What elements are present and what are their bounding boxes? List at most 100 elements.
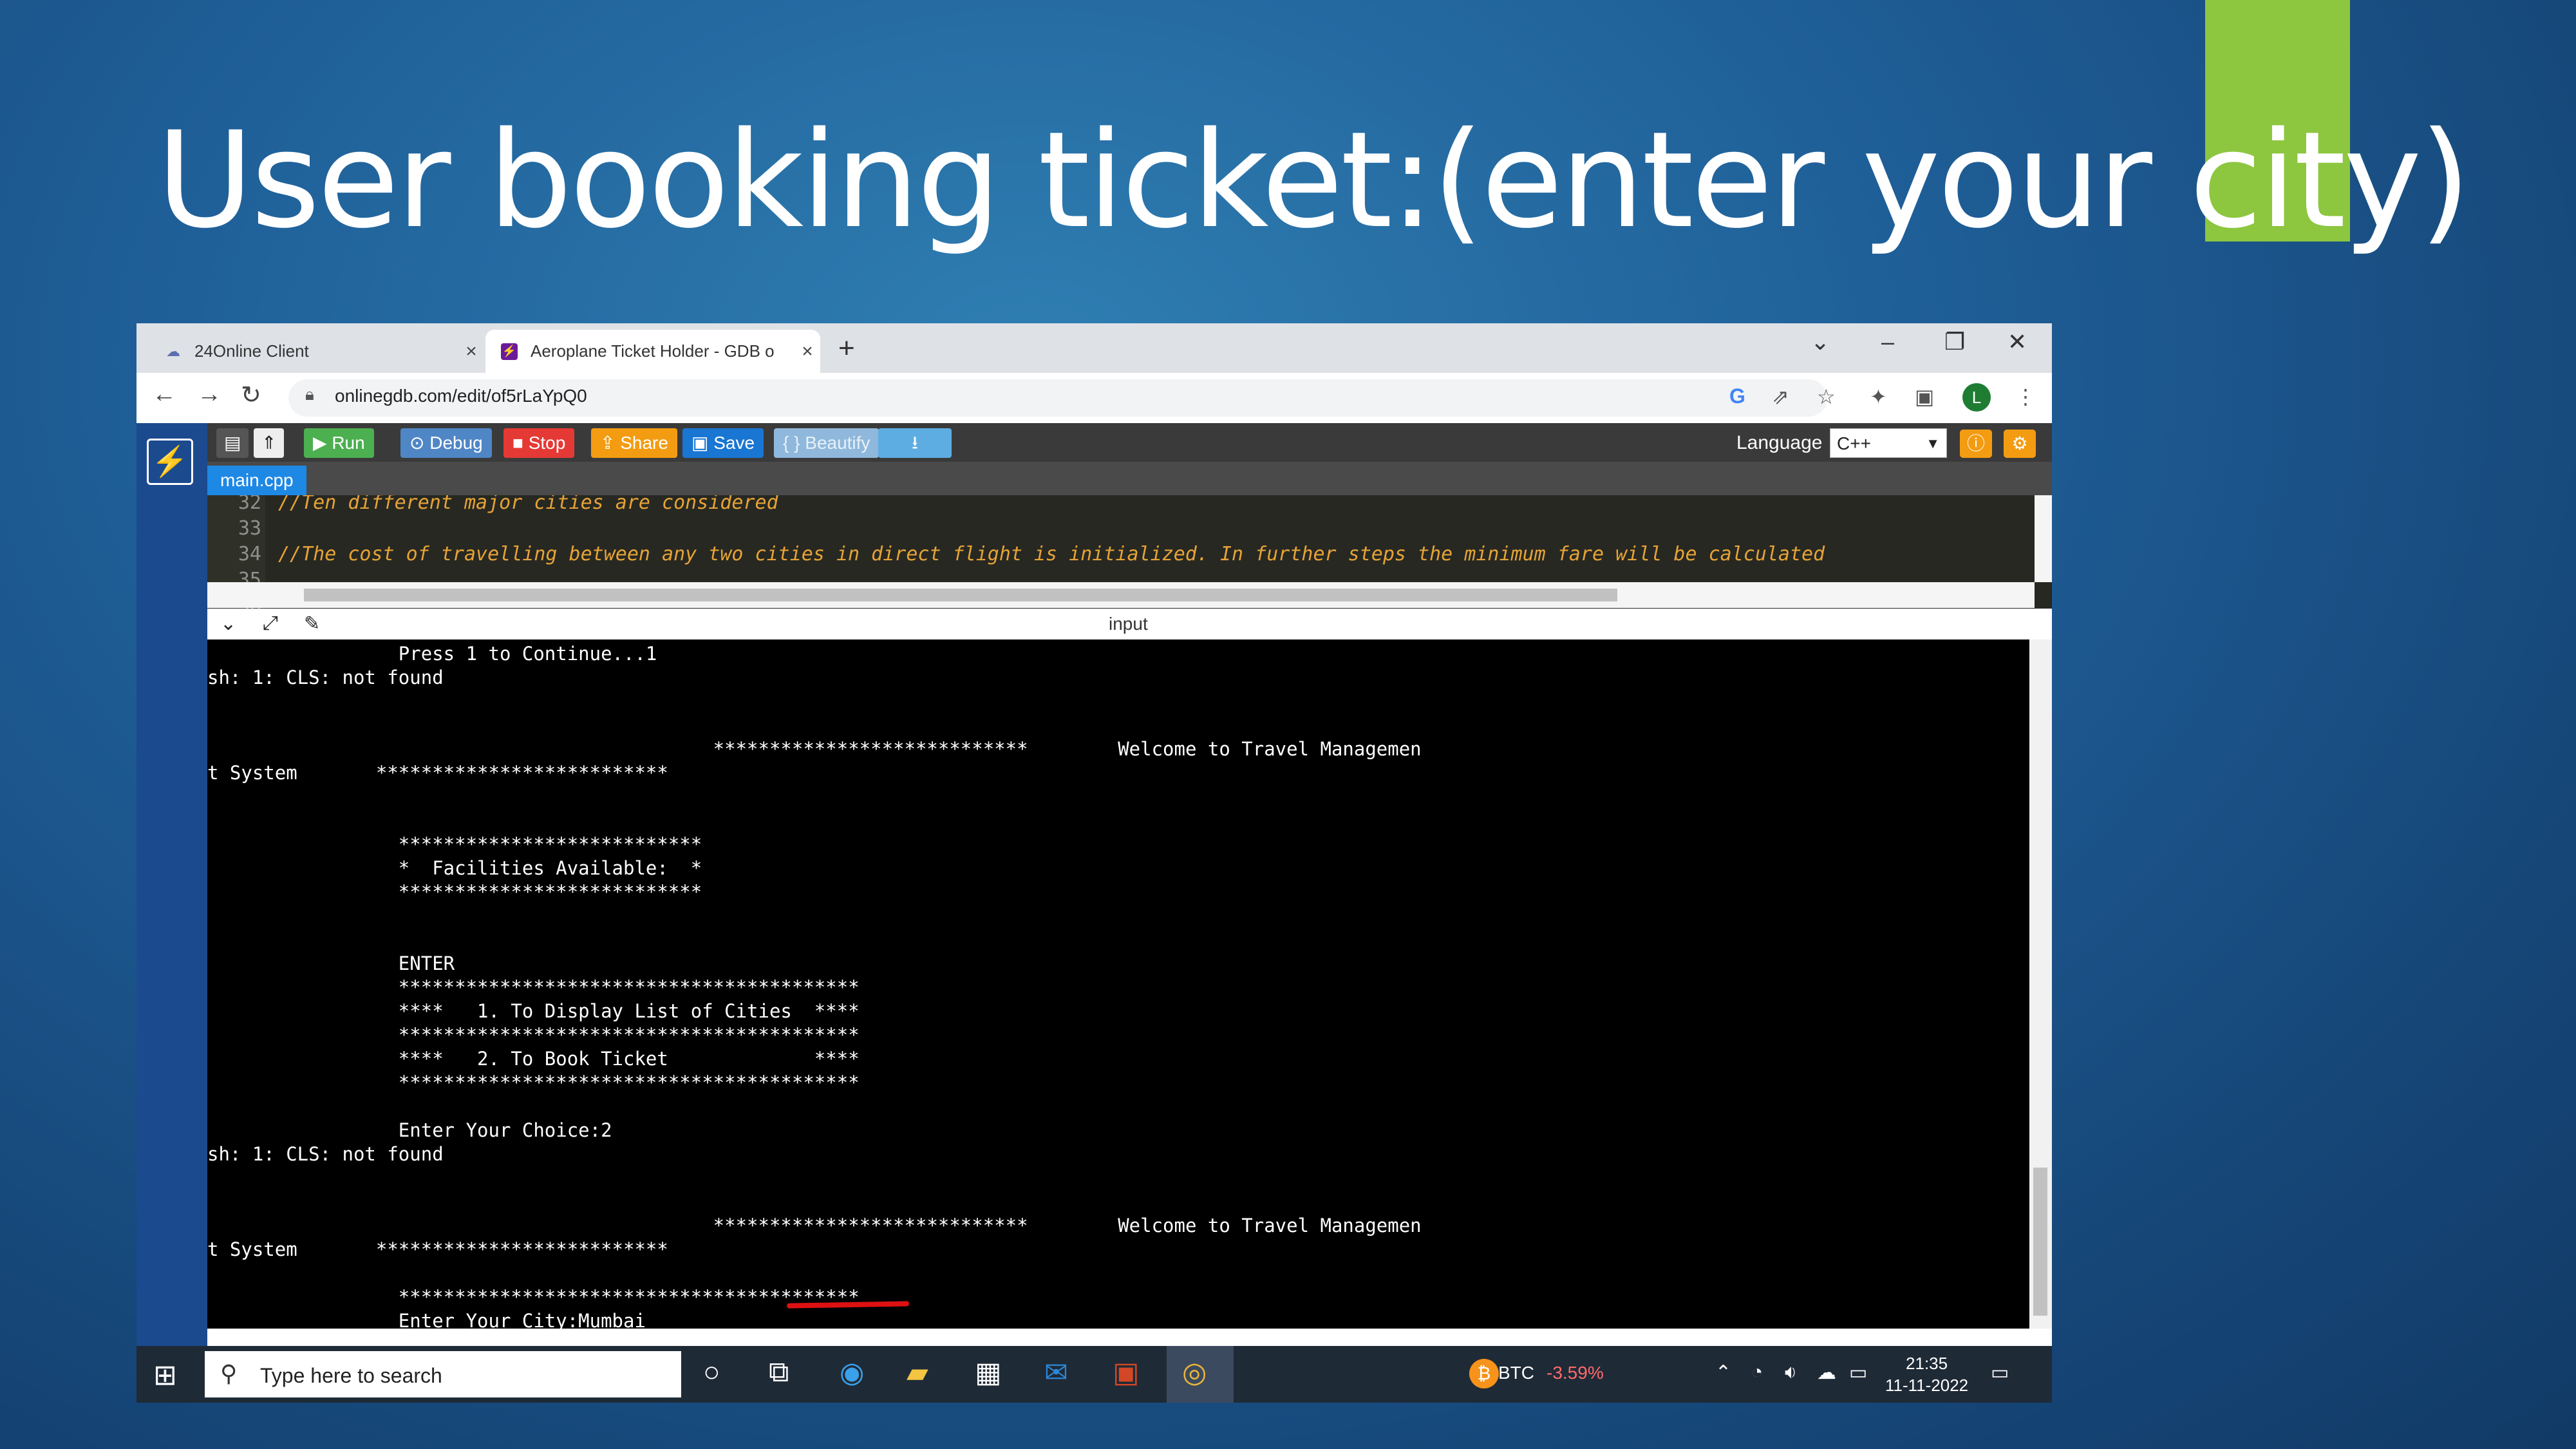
console-line: sh: 1: CLS: not found xyxy=(207,667,444,688)
slide-title: User booking ticket:(enter your city) xyxy=(156,103,2471,258)
network-icon[interactable]: ◔ xyxy=(1751,1361,1763,1383)
taskbar-clock[interactable]: 21:35 11-11-2022 xyxy=(1885,1352,1968,1396)
store-icon[interactable]: ▦ xyxy=(975,1356,1002,1389)
console-line: **** 2. To Book Ticket **** xyxy=(207,1048,860,1070)
debug-button[interactable]: ⊙ Debug xyxy=(400,428,492,458)
lock-icon[interactable]: 🔒︎ xyxy=(305,384,314,405)
tab-search-chevron-icon[interactable]: ⌄ xyxy=(1810,328,1830,355)
tab-strip: ☁ 24Online Client × ⚡ Aeroplane Ticket H… xyxy=(136,323,2052,373)
close-icon[interactable]: × xyxy=(458,341,484,363)
forward-icon[interactable]: → xyxy=(197,381,221,408)
console-line: ****************************************… xyxy=(207,1286,860,1308)
console-line: *************************** xyxy=(207,881,702,903)
url-text[interactable]: onlinegdb.com/edit/of5rLaYpQ0 xyxy=(335,386,587,406)
avatar[interactable]: L xyxy=(1962,383,1991,412)
new-file-icon[interactable]: ▤ xyxy=(216,428,249,458)
console-line: Press 1 to Continue...1 xyxy=(207,643,657,665)
share-button[interactable]: ⇪ Share xyxy=(591,428,677,458)
search-placeholder: Type here to search xyxy=(260,1364,442,1387)
tab-gdb[interactable]: ⚡ Aeroplane Ticket Holder - GDB o × xyxy=(485,330,820,373)
code-editor[interactable]: 32 //Ten different major cities are cons… xyxy=(207,495,2052,609)
notifications-icon[interactable]: ▭ xyxy=(1991,1361,2009,1384)
btc-label: BTC xyxy=(1498,1363,1534,1383)
upload-icon[interactable]: ⇑ xyxy=(254,428,285,458)
edge-icon[interactable]: ◉ xyxy=(840,1356,864,1389)
language-label: Language xyxy=(1736,432,1823,453)
taskbar-search[interactable]: ⚲ Type here to search xyxy=(205,1351,681,1397)
menu-kebab-icon[interactable]: ⋮ xyxy=(2015,384,2036,409)
expand-icon[interactable]: ⤢ xyxy=(263,612,278,634)
address-bar-row: ← → ↻ 🔒︎ onlinegdb.com/edit/of5rLaYpQ0 G… xyxy=(136,373,2052,424)
cloud-icon: ☁ xyxy=(166,343,180,359)
bitcoin-icon[interactable]: ₿ xyxy=(1469,1359,1499,1388)
windows-start-icon[interactable]: ⊞ xyxy=(153,1359,177,1392)
close-icon[interactable]: × xyxy=(794,341,820,363)
btc-change: -3.59% xyxy=(1547,1363,1604,1383)
onedrive-cloud-icon[interactable]: ☁ xyxy=(1817,1361,1836,1384)
new-tab-button[interactable]: + xyxy=(838,332,855,365)
code-text: //The cost of travelling between any two… xyxy=(278,543,1825,565)
console-line: Enter Your City:Mumbai xyxy=(207,1310,646,1329)
language-select[interactable]: C++ ▼ xyxy=(1830,428,1947,458)
language-value: C++ xyxy=(1837,433,1871,453)
file-tab-bar: main.cpp xyxy=(207,462,2052,495)
clear-console-icon[interactable]: ✎ xyxy=(304,612,320,635)
console-line: ****************************************… xyxy=(207,976,860,998)
tab-main-cpp[interactable]: main.cpp xyxy=(207,466,306,495)
console-output[interactable]: Press 1 to Continue...1 sh: 1: CLS: not f… xyxy=(207,639,2029,1329)
console-line: sh: 1: CLS: not found xyxy=(207,1143,444,1165)
back-icon[interactable]: ← xyxy=(152,381,176,408)
chevron-down-icon: ▼ xyxy=(1926,435,1940,451)
download-button[interactable]: ⭳ xyxy=(878,428,952,458)
scroll-thumb[interactable] xyxy=(2033,1168,2047,1316)
console-header: ⌄ ⤢ ✎ input xyxy=(207,609,2052,640)
side-panel-icon[interactable]: ▣ xyxy=(1915,384,1934,409)
gdb-logo-icon[interactable]: ⚡ xyxy=(147,439,193,485)
code-text: //Ten different major cities are conside… xyxy=(278,495,778,514)
extensions-icon[interactable]: ✦ xyxy=(1870,384,1887,409)
console-label: input xyxy=(1109,614,1148,634)
reload-icon[interactable]: ↻ xyxy=(241,381,261,410)
task-view-icon[interactable]: ⧉ xyxy=(769,1356,789,1388)
console-line: ****************************************… xyxy=(207,1072,860,1094)
info-icon[interactable]: ⓘ xyxy=(1960,430,1992,458)
battery-icon[interactable]: ▭ xyxy=(1849,1361,1867,1384)
tab-label: 24Online Client xyxy=(194,341,309,361)
collapse-chevron-icon[interactable]: ⌄ xyxy=(220,612,236,635)
console-line: **************************** Welcome to … xyxy=(207,1215,1422,1236)
clock-date: 11-11-2022 xyxy=(1885,1376,1969,1395)
console-line: **************************** Welcome to … xyxy=(207,738,1422,760)
gear-icon[interactable]: ⚙ xyxy=(2004,430,2036,458)
console-line: t System ************************** xyxy=(207,762,668,784)
minimize-icon[interactable]: – xyxy=(1881,328,1894,355)
file-explorer-icon[interactable]: ▰ xyxy=(907,1356,928,1389)
console-line: ENTER xyxy=(207,952,455,974)
console-line: *************************** xyxy=(207,833,702,855)
line-number: 32 xyxy=(238,495,261,514)
save-button[interactable]: ▣ Save xyxy=(682,428,764,458)
clock-time: 21:35 xyxy=(1906,1354,1948,1373)
ide-toolbar: ▤ ⇑ ▶ Run ⊙ Debug ■ Stop ⇪ Share ▣ Save … xyxy=(207,423,2052,462)
beautify-button[interactable]: { } Beautify xyxy=(774,428,879,458)
cortana-icon[interactable]: ○ xyxy=(703,1356,720,1388)
powerpoint-icon[interactable]: ▣ xyxy=(1113,1356,1140,1389)
windows-taskbar: ⊞ ⚲ Type here to search ○ ⧉ ◉ ▰ ▦ ✉ ▣ ◎ … xyxy=(136,1346,2052,1403)
bookmark-star-icon[interactable]: ☆ xyxy=(1817,384,1836,409)
tab-24online[interactable]: ☁ 24Online Client × xyxy=(149,330,484,373)
scroll-thumb[interactable] xyxy=(304,589,1617,601)
console-line: t System ************************** xyxy=(207,1238,668,1260)
window-close-icon[interactable]: ✕ xyxy=(2007,328,2027,355)
google-icon[interactable]: G xyxy=(1729,384,1745,408)
run-button[interactable]: ▶ Run xyxy=(304,428,374,458)
editor-vertical-scrollbar[interactable] xyxy=(2035,495,2052,582)
editor-horizontal-scrollbar[interactable] xyxy=(207,582,2035,608)
search-icon: ⚲ xyxy=(220,1360,238,1387)
stop-button[interactable]: ■ Stop xyxy=(503,428,575,458)
tray-chevron-up-icon[interactable]: ⌃ xyxy=(1715,1361,1731,1384)
chrome-icon[interactable]: ◎ xyxy=(1182,1356,1207,1389)
console-scrollbar[interactable] xyxy=(2029,639,2052,1329)
share-page-icon[interactable]: ⇗ xyxy=(1772,384,1789,409)
mail-icon[interactable]: ✉ xyxy=(1044,1356,1068,1389)
restore-icon[interactable]: ❐ xyxy=(1944,328,1965,355)
volume-icon[interactable]: 🔉︎ xyxy=(1785,1361,1797,1383)
